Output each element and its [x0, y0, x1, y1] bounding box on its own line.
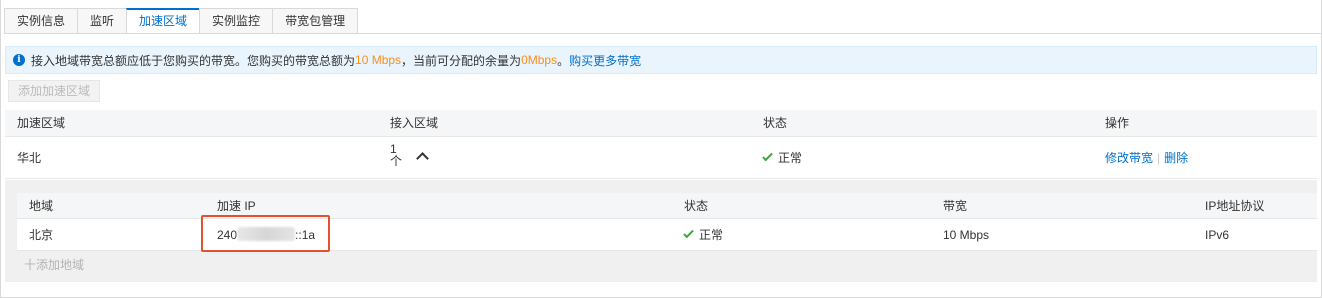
header-bandwidth: 带宽	[943, 199, 968, 213]
notice-text-3: 。	[557, 53, 570, 68]
header-actions: 操作	[1105, 116, 1130, 130]
bandwidth-value: 10 Mbps	[943, 228, 990, 242]
bandwidth-notice: i 接入地域带宽总额应低于您购买的带宽。您购买的带宽总额为 10 Mbps ，当…	[5, 46, 1317, 74]
status-cell: 正常	[762, 137, 803, 179]
add-acceleration-region-button[interactable]: 添加加速区域	[8, 80, 101, 102]
check-icon	[762, 150, 773, 162]
main-table-header: 加速区域 接入区域 状态 操作	[5, 110, 1317, 137]
add-area-button[interactable]: 十添加地域	[24, 257, 84, 273]
check-icon	[683, 227, 694, 239]
sub-region-name: 北京	[29, 228, 54, 242]
header-sub-status: 状态	[684, 199, 709, 213]
info-icon: i	[13, 54, 25, 66]
ip-protocol-value: IPv6	[1205, 228, 1230, 242]
tab-listeners[interactable]: 监听	[77, 8, 128, 34]
modify-bandwidth-link[interactable]: 修改带宽	[1105, 151, 1153, 165]
tab-bandwidth-package[interactable]: 带宽包管理	[272, 8, 359, 34]
buy-bandwidth-link[interactable]: 购买更多带宽	[569, 52, 641, 69]
header-region: 地域	[29, 199, 54, 213]
notice-remaining: 0Mbps	[521, 53, 558, 67]
region-name: 华北	[17, 151, 42, 165]
tabs-divider	[4, 33, 1322, 34]
header-access-region: 接入区域	[390, 116, 439, 130]
status-text: 正常	[778, 151, 803, 165]
sub-status-cell: 正常	[683, 219, 724, 251]
delete-link[interactable]: 删除	[1164, 151, 1188, 165]
count-unit: 个	[390, 154, 403, 168]
notice-purchased: 10 Mbps	[355, 53, 402, 67]
access-region-count: 1 个	[390, 143, 402, 167]
sub-status-text: 正常	[699, 228, 724, 242]
header-status: 状态	[763, 116, 788, 130]
table-row: 华北 1 个 正常 修改带宽 | 删除	[5, 137, 1317, 179]
tab-instance-monitoring[interactable]: 实例监控	[199, 8, 274, 34]
tab-bar: 实例信息 监听 加速区域 实例监控 带宽包管理	[4, 8, 359, 34]
header-acceleration-region: 加速区域	[17, 116, 66, 130]
notice-text-2: ，当前可分配的余量为	[401, 53, 522, 68]
action-separator: |	[1157, 151, 1161, 165]
tab-acceleration-regions[interactable]: 加速区域	[126, 8, 201, 34]
notice-text-1: 接入地域带宽总额应低于您购买的带宽。您购买的带宽总额为	[31, 53, 356, 68]
header-ip-protocol: IP地址协议	[1205, 199, 1265, 213]
tab-instance-info[interactable]: 实例信息	[4, 8, 79, 34]
chevron-up-icon[interactable]	[416, 152, 429, 165]
highlight-annotation-box	[201, 215, 330, 252]
actions-cell: 修改带宽 | 删除	[1105, 137, 1188, 179]
